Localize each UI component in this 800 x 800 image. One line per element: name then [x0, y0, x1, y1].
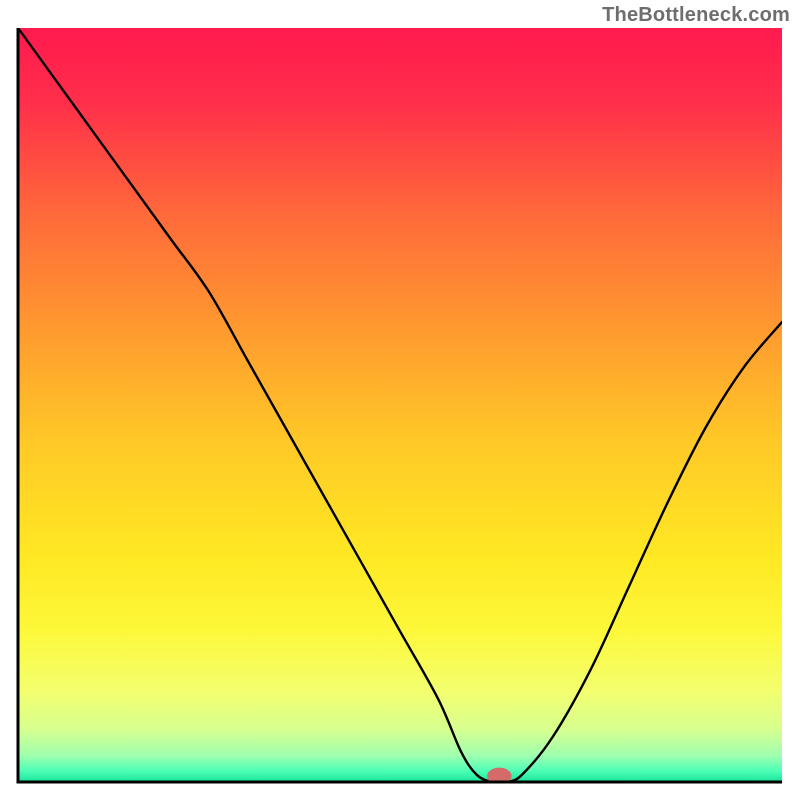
gradient-background: [18, 28, 782, 782]
watermark-text: TheBottleneck.com: [602, 4, 790, 27]
chart-container: TheBottleneck.com: [0, 0, 800, 800]
bottleneck-chart: [0, 0, 800, 800]
